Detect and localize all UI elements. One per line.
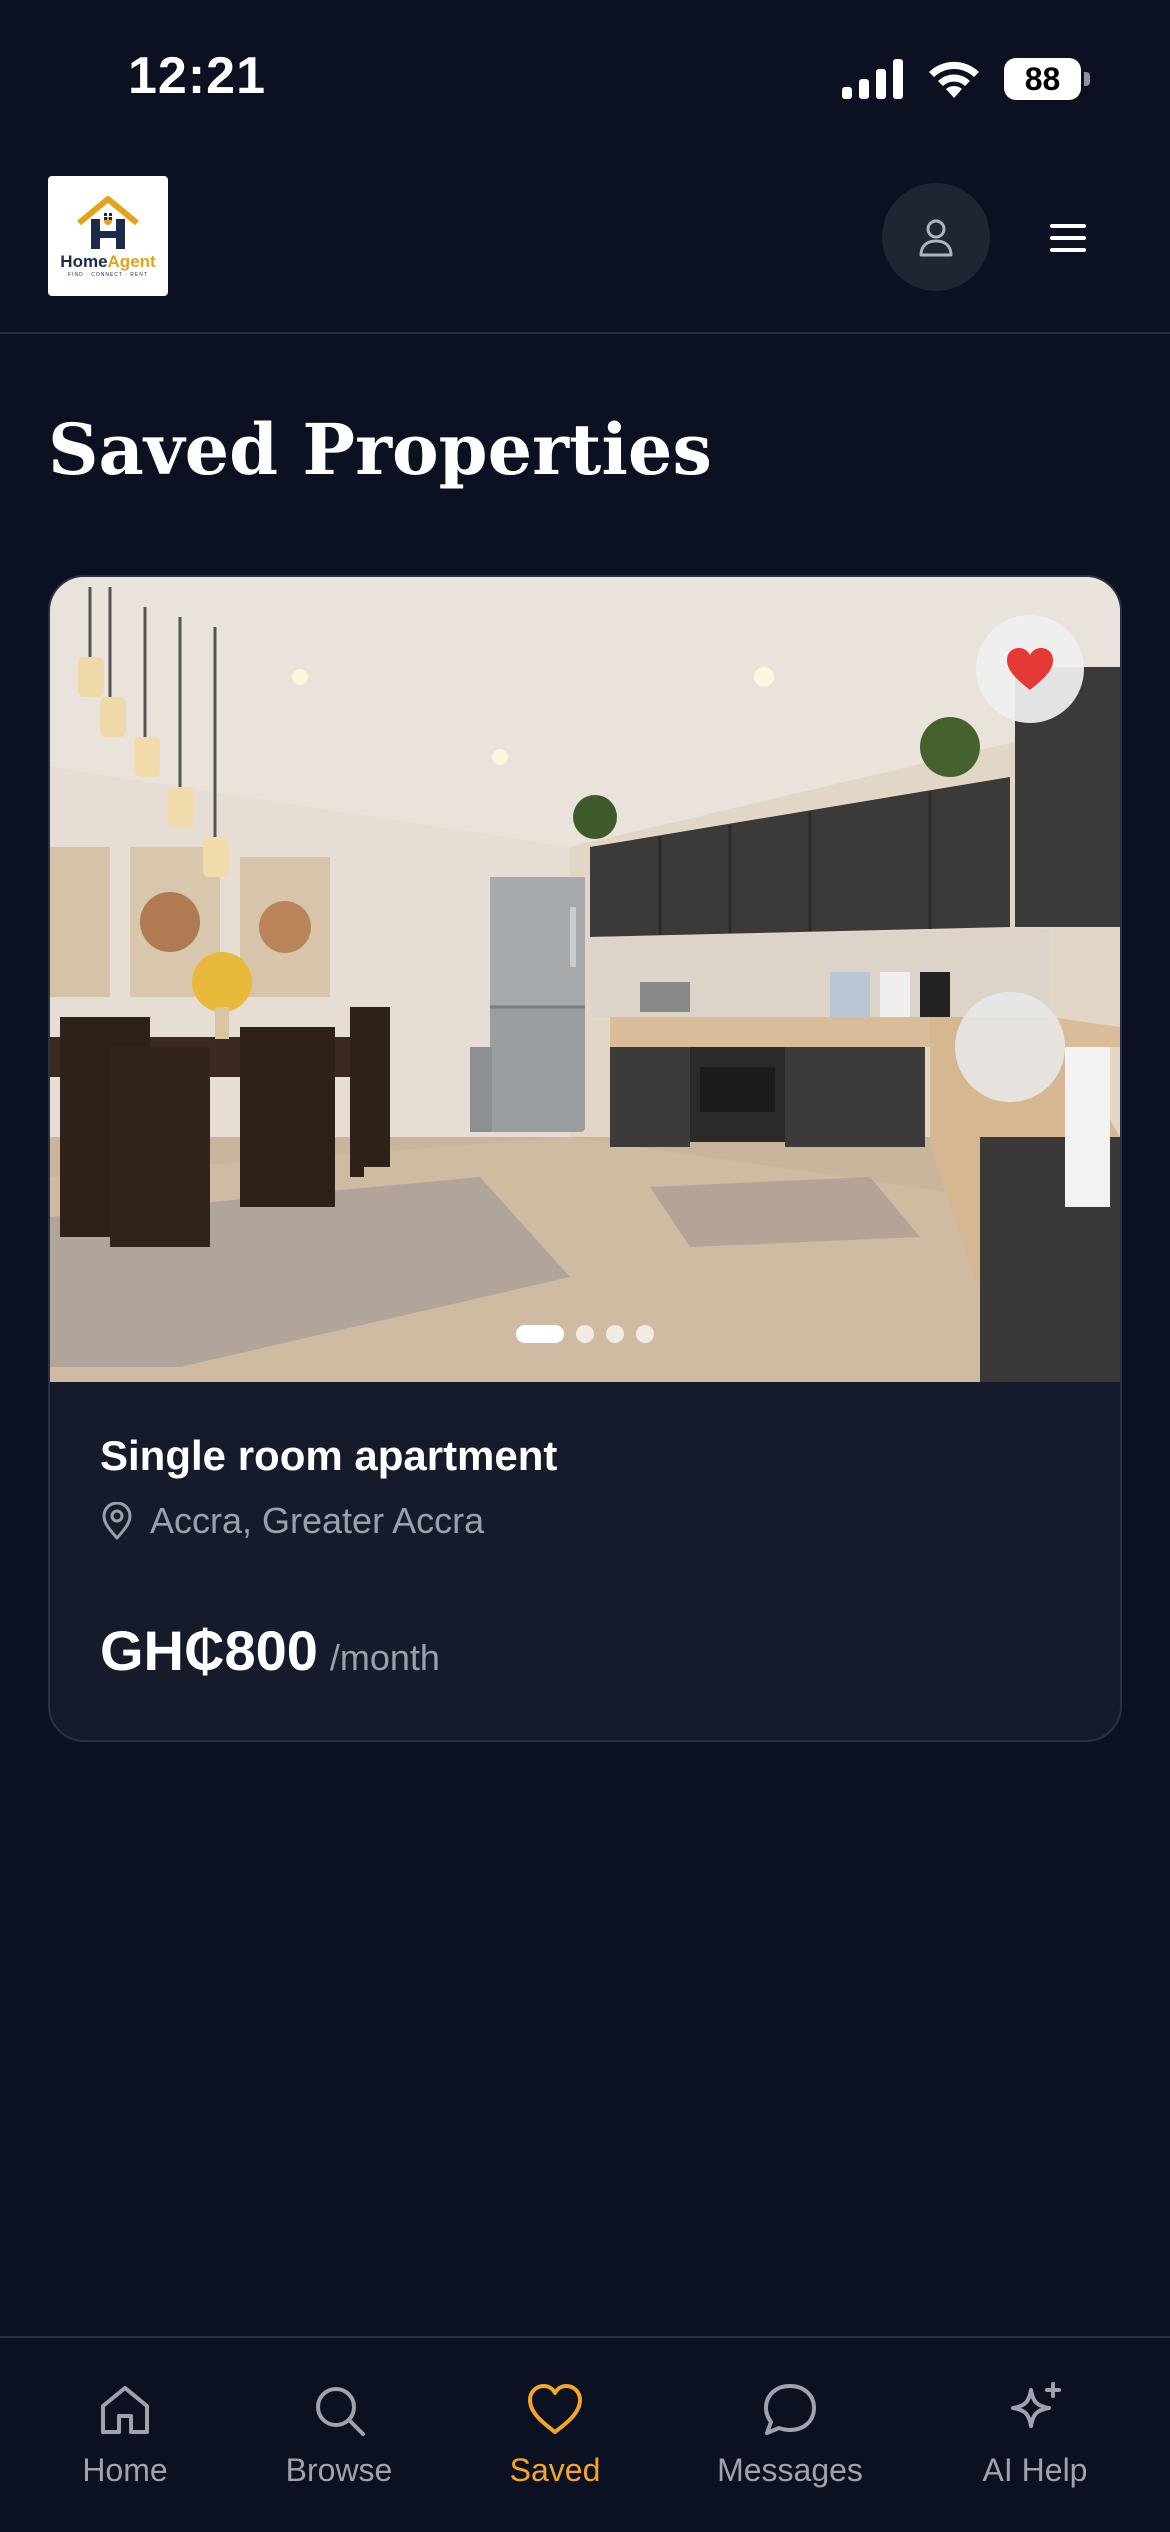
nav-item-saved[interactable]: Saved (455, 2380, 655, 2489)
menu-button[interactable] (1040, 210, 1096, 266)
heart-icon (528, 2384, 582, 2434)
sparkle-icon (1011, 2382, 1061, 2428)
bottom-navigation: Home Browse Saved Messages AI Help (0, 2336, 1170, 2532)
kitchen-photo (50, 577, 1120, 1382)
user-icon (919, 219, 953, 257)
logo-word-agent: Agent (107, 251, 156, 271)
status-icons: 88 (842, 56, 1090, 102)
carousel-indicator (50, 1325, 1120, 1343)
location-text: Accra, Greater Accra (150, 1500, 485, 1541)
logo-word-home: Home (60, 251, 108, 271)
nav-label-messages: Messages (717, 2452, 863, 2488)
nav-item-browse[interactable]: Browse (239, 2380, 439, 2489)
battery-indicator: 88 (1004, 58, 1090, 100)
cellular-signal-icon (842, 59, 903, 99)
nav-item-home[interactable]: Home (25, 2380, 225, 2489)
carousel-dot[interactable] (606, 1325, 624, 1343)
status-time: 12:21 (128, 47, 266, 105)
price-unit: /month (329, 1637, 440, 1678)
carousel-dot[interactable] (636, 1325, 654, 1343)
page-title: Saved Properties (48, 408, 712, 491)
heart-filled-icon (1007, 648, 1053, 690)
home-icon (101, 2386, 149, 2434)
favorite-button[interactable] (976, 615, 1084, 723)
nav-item-ai-help[interactable]: AI Help (935, 2380, 1135, 2489)
location-pin-icon (102, 1502, 132, 1540)
hamburger-menu-icon (1050, 224, 1086, 252)
logo-tagline: FIND · CONNECT · RENT (68, 271, 148, 278)
wifi-icon (929, 61, 979, 98)
battery-level: 88 (1004, 58, 1082, 100)
carousel-dot-active[interactable] (516, 1325, 564, 1343)
property-card-details: Single room apartment Accra, Greater Acc… (50, 1382, 1120, 1740)
status-bar: 12:21 88 (0, 0, 1170, 150)
battery-nub (1084, 72, 1090, 86)
property-price: GH₵800 /month (100, 1618, 440, 1683)
nav-label-browse: Browse (285, 2452, 393, 2488)
app-header: HomeAgent FIND · CONNECT · RENT (0, 150, 1170, 334)
nav-label-ai-help: AI Help (982, 2452, 1088, 2488)
property-image-carousel[interactable] (50, 577, 1120, 1382)
property-card[interactable]: Single room apartment Accra, Greater Acc… (48, 575, 1122, 1742)
price-value: GH₵800 (100, 1619, 318, 1682)
property-title: Single room apartment (100, 1432, 558, 1479)
logo-wordmark: HomeAgent (60, 253, 155, 270)
nav-label-home: Home (82, 2452, 168, 2488)
nav-item-messages[interactable]: Messages (690, 2380, 890, 2489)
search-icon (316, 2387, 365, 2436)
nav-label-saved: Saved (509, 2452, 601, 2488)
profile-button[interactable] (882, 183, 990, 291)
carousel-dot[interactable] (576, 1325, 594, 1343)
house-logo-icon (77, 195, 139, 249)
property-location: Accra, Greater Accra (100, 1500, 484, 1542)
homeagent-logo[interactable]: HomeAgent FIND · CONNECT · RENT (48, 176, 168, 296)
chat-bubble-icon (764, 2384, 816, 2435)
